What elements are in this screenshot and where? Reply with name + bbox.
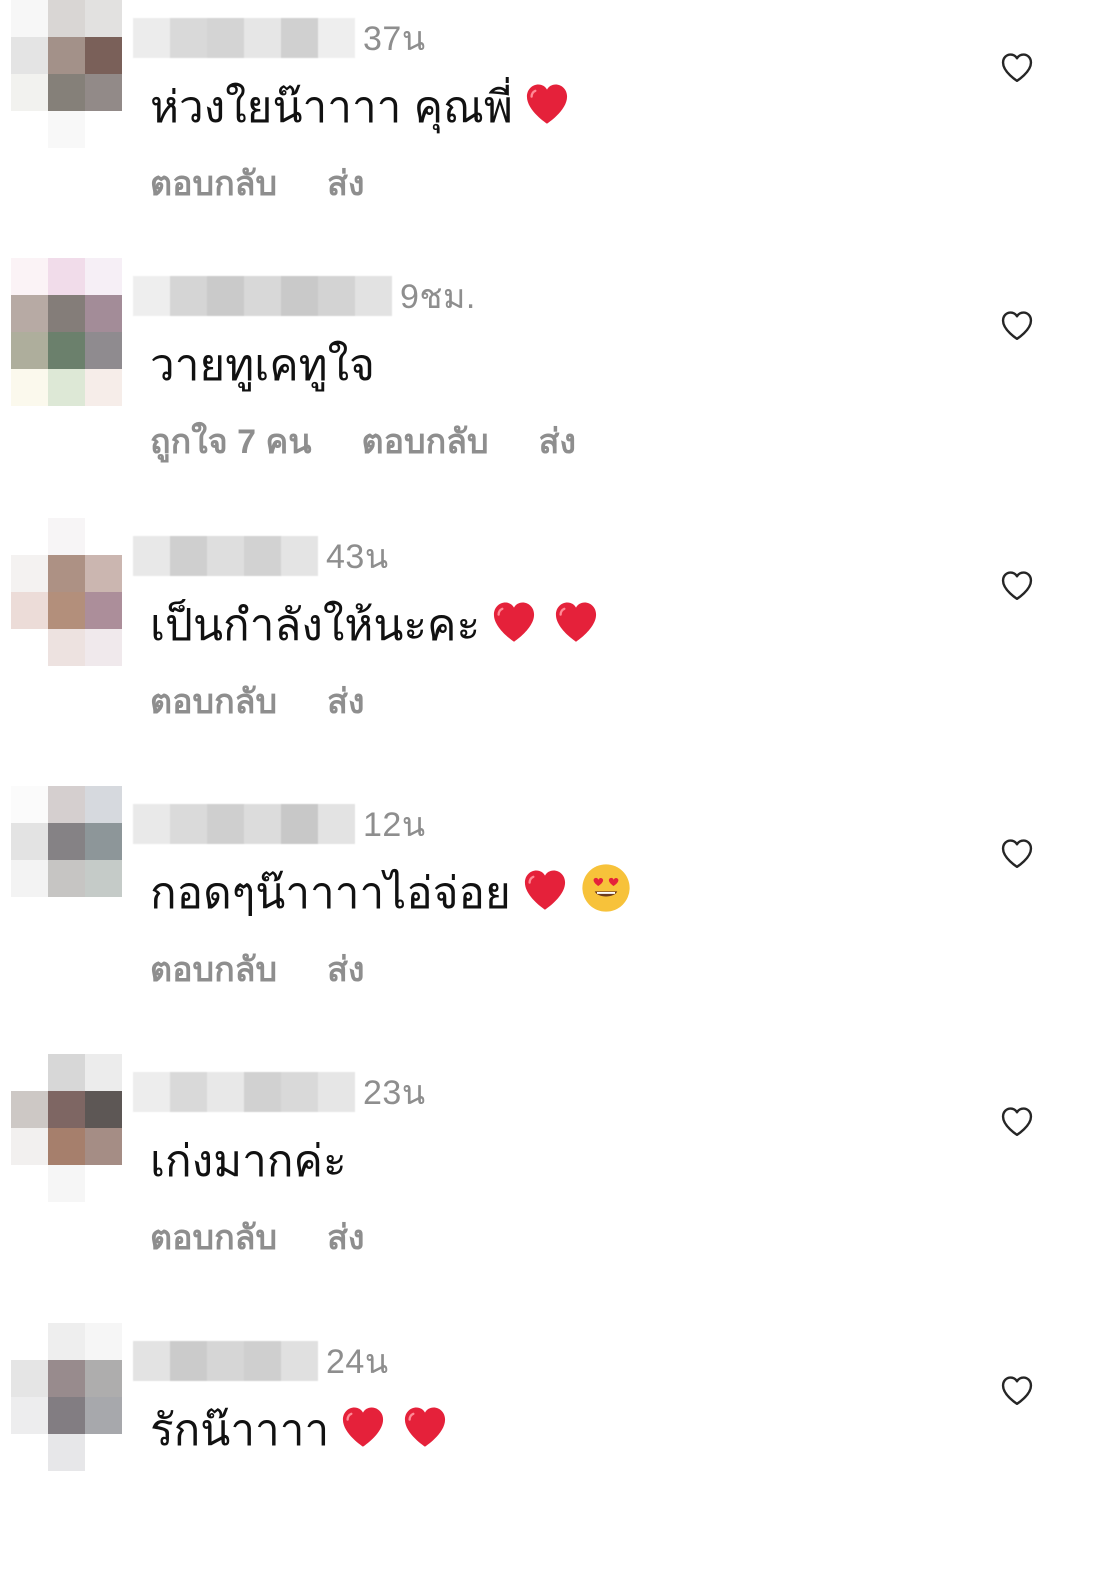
username-redacted[interactable] bbox=[133, 1072, 355, 1112]
like-heart-icon[interactable] bbox=[999, 50, 1035, 84]
username-redacted[interactable] bbox=[133, 276, 392, 316]
reply-button[interactable]: ตอบกลับ bbox=[150, 156, 277, 210]
red-heart-emoji bbox=[486, 592, 542, 659]
comment-text: เก่งมากค่ะ bbox=[150, 1137, 347, 1186]
username-redacted[interactable] bbox=[133, 18, 355, 58]
avatar[interactable] bbox=[11, 0, 122, 148]
comment-body: ห่วงใยน๊าาาา คุณพี่ bbox=[150, 72, 575, 142]
red-heart-emoji bbox=[335, 1397, 391, 1464]
send-button[interactable]: ส่ง bbox=[539, 414, 576, 468]
send-button[interactable]: ส่ง bbox=[327, 674, 364, 728]
comment-header: 43น bbox=[133, 530, 389, 582]
username-redacted[interactable] bbox=[133, 536, 318, 576]
comment-header: 9ชม. bbox=[133, 270, 476, 322]
like-heart-icon[interactable] bbox=[999, 836, 1035, 870]
comment-body: รักน๊าาาา bbox=[150, 1395, 453, 1465]
comment-actions: ตอบกลับ ส่ง bbox=[150, 1210, 414, 1264]
comment-text: รักน๊าาาา bbox=[150, 1406, 330, 1455]
reply-button[interactable]: ตอบกลับ bbox=[150, 942, 277, 996]
comment-item: 37นห่วงใยน๊าาาา คุณพี่ตอบกลับ ส่ง bbox=[0, 0, 1102, 268]
comment-body: กอดๆน๊าาาาไอ่จ่อย bbox=[150, 858, 633, 928]
red-heart-emoji bbox=[397, 1397, 453, 1464]
reply-button[interactable]: ตอบกลับ bbox=[150, 1210, 277, 1264]
send-button[interactable]: ส่ง bbox=[327, 1210, 364, 1264]
avatar[interactable] bbox=[11, 518, 122, 666]
comment-timestamp: 24น bbox=[326, 1343, 389, 1381]
like-heart-icon[interactable] bbox=[999, 1373, 1035, 1407]
comment-text: วายทูเคทูใจ bbox=[150, 341, 375, 390]
comment-timestamp: 43น bbox=[326, 538, 389, 576]
comment-body: เก่งมากค่ะ bbox=[150, 1126, 347, 1196]
reply-button[interactable]: ตอบกลับ bbox=[361, 414, 488, 468]
send-button[interactable]: ส่ง bbox=[327, 942, 364, 996]
comment-actions: ตอบกลับ ส่ง bbox=[150, 674, 414, 728]
comment-item: 12นกอดๆน๊าาาาไอ่จ่อย ตอบกลับ ส่ง bbox=[0, 786, 1102, 1054]
avatar[interactable] bbox=[11, 1323, 122, 1471]
comment-timestamp: 37น bbox=[363, 20, 426, 58]
comment-actions: ถูกใจ 7 คน ตอบกลับ ส่ง bbox=[150, 414, 626, 468]
comment-timestamp: 9ชม. bbox=[400, 278, 476, 316]
like-heart-icon[interactable] bbox=[999, 1104, 1035, 1138]
likes-count[interactable]: ถูกใจ 7 คน bbox=[150, 414, 311, 468]
heart-eyes-emoji bbox=[579, 861, 633, 926]
send-button[interactable]: ส่ง bbox=[327, 156, 364, 210]
like-heart-icon[interactable] bbox=[999, 568, 1035, 602]
comment-actions: ตอบกลับ ส่ง bbox=[150, 156, 414, 210]
comment-header: 24น bbox=[133, 1335, 389, 1387]
comment-item: 23นเก่งมากค่ะตอบกลับ ส่ง bbox=[0, 1054, 1102, 1322]
comment-item: 24นรักน๊าาาา bbox=[0, 1323, 1102, 1591]
comment-item: 43นเป็นกำลังให้นะคะ ตอบกลับ ส่ง bbox=[0, 518, 1102, 786]
comment-actions: ตอบกลับ ส่ง bbox=[150, 942, 414, 996]
comment-item: 9ชม. วายทูเคทูใจถูกใจ 7 คน ตอบกลับ ส่ง bbox=[0, 258, 1102, 526]
username-redacted[interactable] bbox=[133, 804, 355, 844]
reply-button[interactable]: ตอบกลับ bbox=[150, 674, 277, 728]
username-redacted[interactable] bbox=[133, 1341, 318, 1381]
comment-body: เป็นกำลังให้นะคะ bbox=[150, 590, 604, 660]
red-heart-emoji bbox=[548, 592, 604, 659]
comment-header: 23น bbox=[133, 1066, 426, 1118]
like-heart-icon[interactable] bbox=[999, 308, 1035, 342]
comment-timestamp: 12น bbox=[363, 806, 426, 844]
comment-text: กอดๆน๊าาาาไอ่จ่อย bbox=[150, 869, 511, 918]
comment-text: ห่วงใยน๊าาาา คุณพี่ bbox=[150, 83, 513, 132]
comment-text: เป็นกำลังให้นะคะ bbox=[150, 601, 481, 650]
avatar[interactable] bbox=[11, 258, 122, 406]
avatar[interactable] bbox=[11, 786, 122, 934]
comment-timestamp: 23น bbox=[363, 1074, 426, 1112]
red-heart-emoji bbox=[519, 74, 575, 141]
red-heart-emoji bbox=[517, 860, 573, 927]
comment-body: วายทูเคทูใจ bbox=[150, 330, 375, 400]
comment-header: 37น bbox=[133, 12, 426, 64]
comment-header: 12น bbox=[133, 798, 426, 850]
avatar[interactable] bbox=[11, 1054, 122, 1202]
